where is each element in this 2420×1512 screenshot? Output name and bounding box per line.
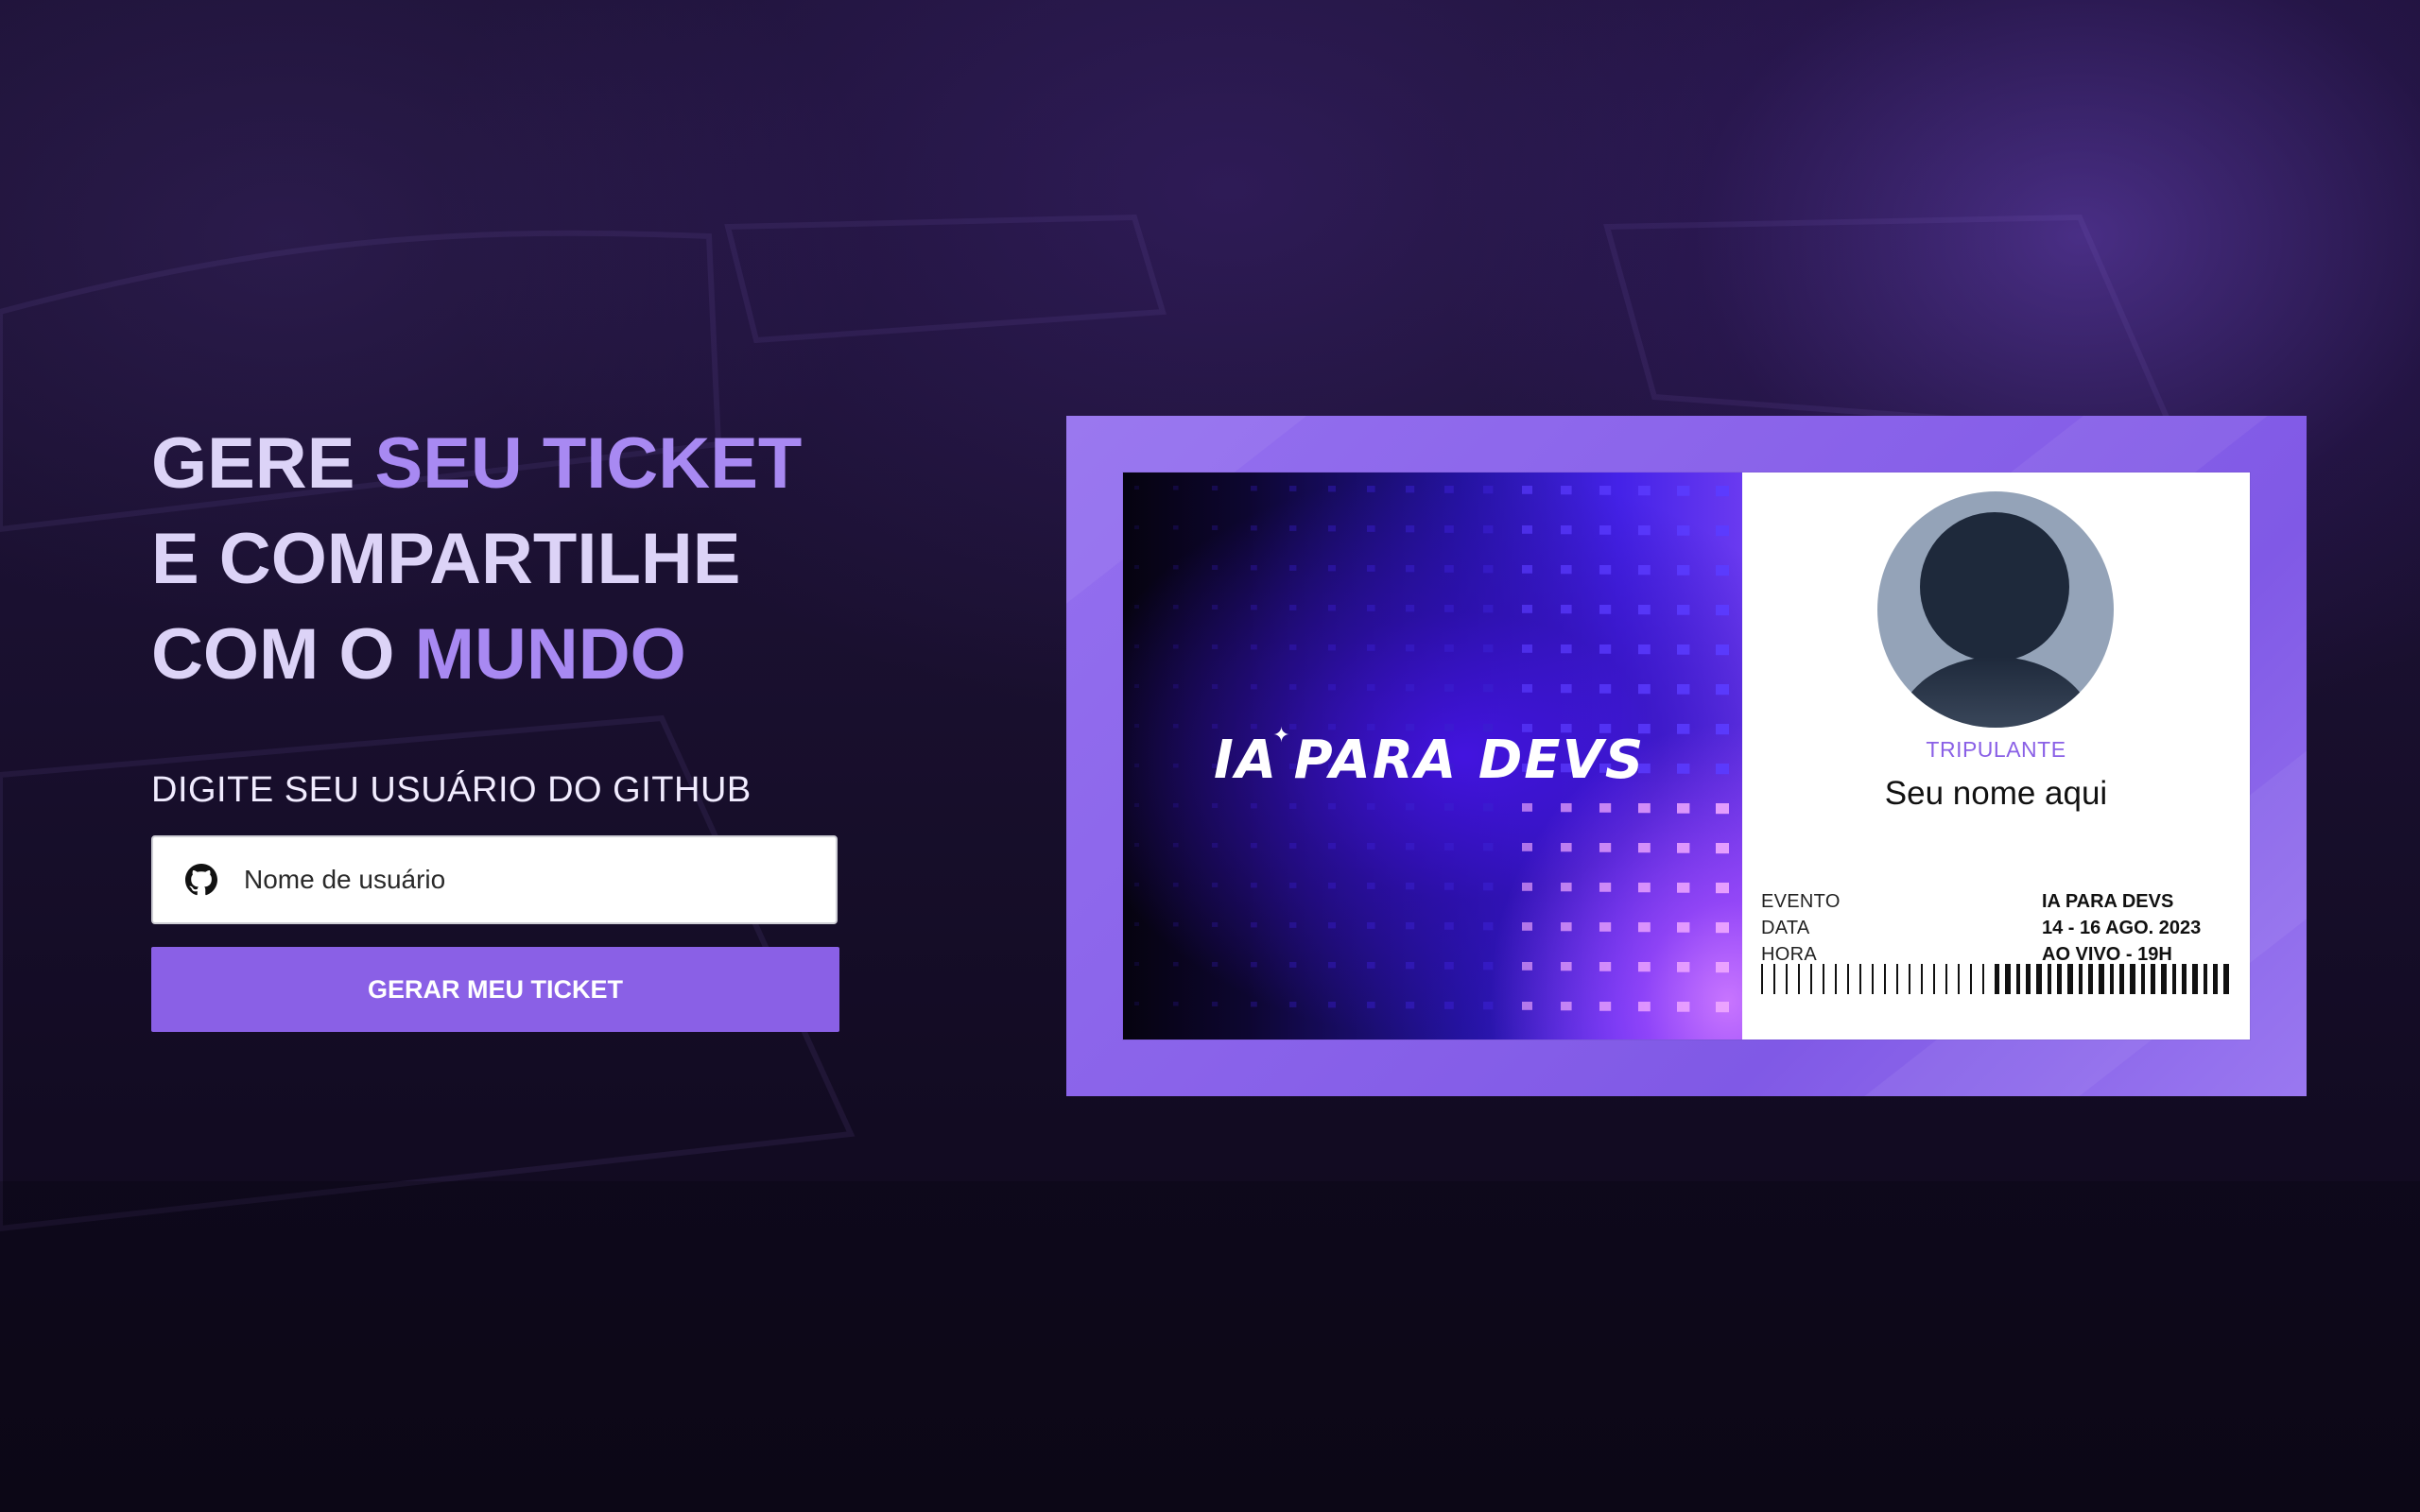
hero-section: GERE SEU TICKET E COMPARTILHE COM O MUNDO … (151, 416, 870, 1032)
headline-text: COM O (151, 614, 415, 695)
github-icon (185, 864, 217, 896)
ticket-info-panel: TRIPULANTE Seu nome aqui EVENTO DATA HOR… (1742, 472, 2250, 1040)
sparkle-icon: ✦ (1272, 724, 1292, 747)
ticket-role: TRIPULANTE (1926, 737, 2066, 762)
value-event: IA PARA DEVS (2042, 891, 2174, 912)
headline-accent-text: MUNDO (414, 614, 686, 695)
headline-accent-text: SEU TICKET (374, 423, 803, 504)
ticket-preview-frame: IA ✦ PARA DEVS TRIPULANTE Seu nome aqui … (1066, 416, 2307, 1096)
ticket-brand-panel: IA ✦ PARA DEVS (1123, 472, 1742, 1040)
headline-line: E COMPARTILHE (151, 511, 870, 607)
avatar-placeholder-icon (1877, 491, 2114, 728)
github-username-input[interactable] (242, 864, 813, 896)
generate-ticket-button[interactable]: GERAR MEU TICKET (151, 947, 839, 1032)
event-logo: IA ✦ PARA DEVS (1214, 724, 1646, 791)
ticket-info-values: IA PARA DEVS 14 - 16 AGO. 2023 AO VIVO -… (2042, 888, 2201, 968)
value-date: 14 - 16 AGO. 2023 (2042, 918, 2202, 938)
ticket-holder-name: Seu nome aqui (1884, 775, 2108, 812)
ticket-card: IA ✦ PARA DEVS TRIPULANTE Seu nome aqui … (1123, 472, 2250, 1040)
event-logo-prefix: IA (1214, 730, 1279, 791)
headline-line: GERE SEU TICKET (151, 416, 870, 511)
github-username-label: DIGITE SEU USUÁRIO DO GITHUB (151, 770, 752, 810)
headline-text: E COMPARTILHE (151, 519, 741, 599)
headline-text: GERE (151, 423, 375, 504)
event-logo-suffix: PARA DEVS (1293, 730, 1646, 791)
label-date: DATA (1761, 918, 1810, 938)
ticket-info-labels: EVENTO DATA HORA (1761, 888, 1841, 968)
headline-line: COM O MUNDO (151, 607, 870, 702)
page-headline: GERE SEU TICKET E COMPARTILHE COM O MUNDO (151, 416, 870, 702)
github-username-field[interactable] (151, 835, 838, 924)
label-event: EVENTO (1761, 891, 1841, 912)
barcode (1761, 964, 2232, 994)
